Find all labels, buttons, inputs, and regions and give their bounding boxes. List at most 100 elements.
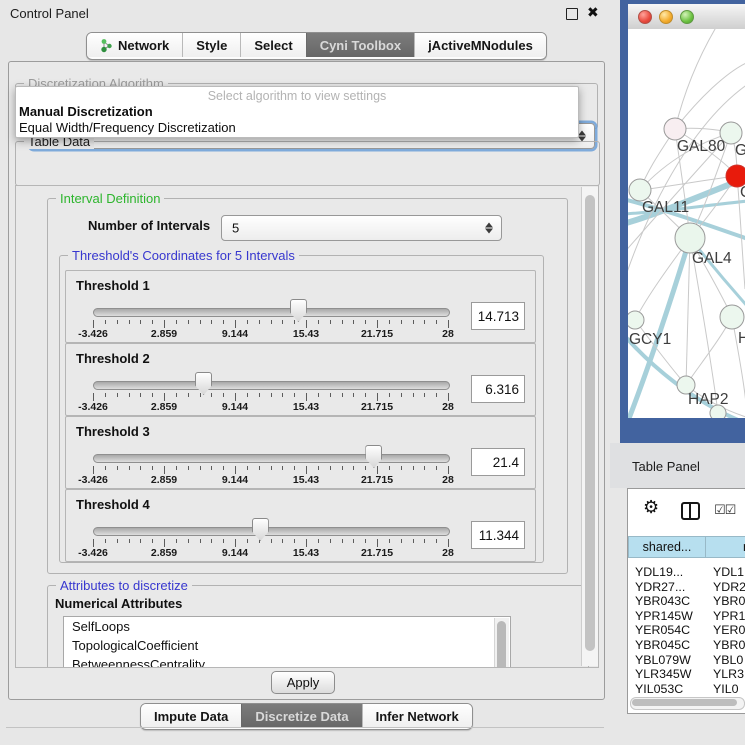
node-label: G [735, 142, 745, 159]
threshold-slider[interactable]: -3.4262.8599.14415.4321.71528 [93, 490, 448, 561]
table-row[interactable]: YBL079WYBL0 [628, 653, 745, 668]
threshold-slider[interactable]: -3.4262.8599.14415.4321.71528 [93, 417, 448, 488]
table-row[interactable]: YIL053CYIL0 [628, 682, 745, 697]
bottom-tab-impute-data[interactable]: Impute Data [141, 704, 241, 728]
minimize-traffic-light-icon[interactable] [659, 10, 673, 24]
slider-track[interactable] [93, 381, 450, 390]
list-item-betweennesscentrality[interactable]: BetweennessCentrality [64, 655, 510, 668]
table-row[interactable]: YER054CYER0 [628, 623, 745, 638]
tab-label: Impute Data [154, 709, 228, 724]
control-panel: Control Panel ✖ Network StyleSelect Cyni T… [0, 0, 610, 745]
table-cell: YIL053C [628, 682, 706, 697]
dropdown-option-manual-discretization[interactable]: Manual Discretization [16, 104, 578, 120]
list-item-selfloops[interactable]: SelfLoops [64, 617, 510, 636]
combo-arrows-icon [578, 131, 586, 142]
threshold-slider[interactable]: -3.4262.8599.14415.4321.71528 [93, 344, 448, 415]
slider-track[interactable] [93, 308, 450, 317]
table-cell: YIL0 [706, 682, 745, 697]
dropdown-placeholder: Select algorithm to view settings [16, 89, 578, 104]
table-cell: YLR3 [706, 667, 745, 682]
slider-thumb[interactable] [252, 518, 269, 541]
slider-tick-labels: -3.4262.8599.14415.4321.71528 [93, 401, 448, 413]
tab-cyni-toolbox[interactable]: Cyni Toolbox [306, 33, 414, 57]
network-node-gcy1[interactable] [628, 311, 644, 329]
list-item-topologicalcoefficient[interactable]: TopologicalCoefficient [64, 636, 510, 655]
tab-label: Discretize Data [255, 709, 348, 724]
threshold-panel-3: Threshold 3-3.4262.8599.14415.4321.71528… [65, 416, 536, 489]
table-cell: YBR0 [706, 594, 745, 609]
zoom-traffic-light-icon[interactable] [680, 10, 694, 24]
table-cell: YDL1 [706, 565, 745, 580]
tab-jactivemnodules[interactable]: jActiveMNodules [414, 33, 546, 57]
table-row[interactable]: YDR27...YDR2 [628, 580, 745, 595]
table-cell: YBR045C [628, 638, 706, 653]
table-cell: YBL0 [706, 653, 745, 668]
column-header-n[interactable]: n [706, 536, 745, 558]
table-row[interactable]: YBR043CYBR0 [628, 594, 745, 609]
tab-network[interactable]: Network [87, 33, 182, 57]
table-cell: YDL19... [628, 565, 706, 580]
tab-label: Network [118, 38, 169, 53]
slider-thumb[interactable] [290, 299, 307, 322]
threshold-value-field[interactable]: 11.344 [471, 521, 525, 549]
slider-tick-labels: -3.4262.8599.14415.4321.71528 [93, 547, 448, 559]
table-rows: YDL19...YDL1YDR27...YDR2YBR043CYBR0YPR14… [628, 565, 745, 696]
panel-scrollbar[interactable] [581, 187, 598, 666]
tab-style[interactable]: Style [182, 33, 240, 57]
table-data-group: Table Data galFiltered.sif default node [15, 141, 600, 186]
bottom-tab-discretize-data[interactable]: Discretize Data [241, 704, 361, 728]
slider-track[interactable] [93, 454, 450, 463]
attributes-group: Attributes to discretize Numerical Attri… [47, 585, 589, 668]
table-cell: YLR345W [628, 667, 706, 682]
table-horizontal-scrollbar[interactable] [630, 697, 745, 710]
network-canvas[interactable]: GAL80GCGAL11GAL4GCY1HHAP2 [628, 29, 745, 418]
close-traffic-light-icon[interactable] [638, 10, 652, 24]
dropdown-option-equal-width-frequency[interactable]: Equal Width/Frequency Discretization [16, 120, 578, 136]
threshold-value-field[interactable]: 21.4 [471, 448, 525, 476]
network-node-h[interactable] [720, 305, 744, 329]
numerical-attributes-list[interactable]: SelfLoopsTopologicalCoefficientBetweenne… [63, 616, 511, 668]
network-icon [100, 38, 113, 53]
network-node-gal4[interactable] [675, 223, 705, 253]
table-panel-titlebar: Table Panel [610, 443, 745, 488]
columns-icon[interactable] [681, 502, 700, 520]
threshold-slider[interactable]: -3.4262.8599.14415.4321.71528 [93, 271, 448, 342]
table-cell: YPR145W [628, 609, 706, 624]
network-graph[interactable]: GAL80GCGAL11GAL4GCY1HHAP2 [628, 29, 745, 418]
network-node-gal80[interactable] [664, 118, 686, 140]
scrollbar-thumb[interactable] [632, 699, 737, 706]
table-cell: YBR043C [628, 594, 706, 609]
threshold-value-field[interactable]: 6.316 [471, 375, 525, 403]
select-columns-checkboxes-icon[interactable]: ☑☑ [714, 502, 735, 518]
column-header-shared[interactable]: shared... [628, 536, 706, 558]
threshold-panel-1: Threshold 1-3.4262.8599.14415.4321.71528… [65, 270, 536, 343]
gear-icon[interactable]: ⚙ [643, 497, 659, 518]
apply-button[interactable]: Apply [271, 671, 335, 694]
cyni-mode-tab-bar: Impute Data Discretize Data Infer Network [140, 703, 473, 730]
table-row[interactable]: YBR045CYBR0 [628, 638, 745, 653]
scrollbar-thumb[interactable] [585, 195, 595, 651]
thresholds-group-title: Threshold's Coordinates for 5 Intervals [68, 248, 299, 263]
float-window-icon[interactable] [566, 8, 578, 20]
close-icon[interactable]: ✖ [587, 4, 599, 21]
tab-select[interactable]: Select [240, 33, 305, 57]
num-intervals-combobox[interactable]: 5 [221, 215, 502, 241]
control-panel-title: Control Panel [10, 6, 89, 21]
table-row[interactable]: YLR345WYLR3 [628, 667, 745, 682]
network-node-gal11[interactable] [629, 179, 651, 201]
table-cell: YER054C [628, 623, 706, 638]
scrollbar-thumb[interactable] [497, 621, 506, 668]
slider-track[interactable] [93, 527, 450, 536]
number-of-intervals-label: Number of Intervals [88, 218, 210, 233]
attributes-list-scrollbar[interactable] [494, 618, 509, 668]
tab-label: Cyni Toolbox [320, 38, 401, 53]
network-window-titlebar[interactable] [628, 4, 745, 30]
table-row[interactable]: YPR145WYPR1 [628, 609, 745, 624]
threshold-value-field[interactable]: 14.713 [471, 302, 525, 330]
slider-thumb[interactable] [195, 372, 212, 395]
slider-thumb[interactable] [365, 445, 382, 468]
bottom-tab-infer-network[interactable]: Infer Network [362, 704, 472, 728]
node-label: GAL80 [677, 138, 726, 155]
node-label: GAL4 [692, 250, 732, 267]
table-row[interactable]: YDL19...YDL1 [628, 565, 745, 580]
